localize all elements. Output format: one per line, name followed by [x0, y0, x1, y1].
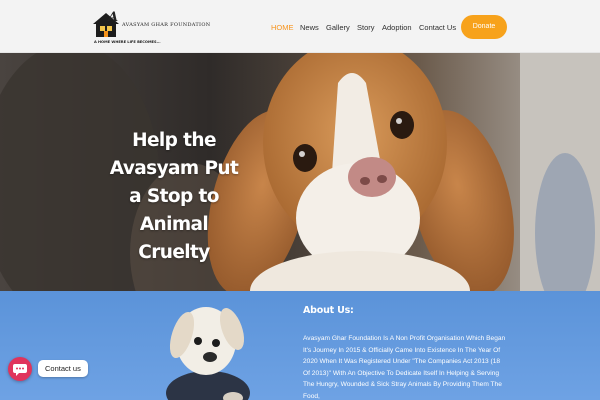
- about-text: Avasyam Ghar Foundation Is A Non Profit …: [303, 335, 506, 400]
- contact-us-label[interactable]: Contact us: [38, 360, 88, 377]
- hero-title: Help the Avasyam Put a Stop to Animal Cr…: [109, 130, 239, 263]
- puppy-photo: [166, 307, 250, 400]
- nav-gallery[interactable]: Gallery: [326, 23, 350, 32]
- nav-news[interactable]: News: [300, 23, 319, 32]
- donate-button[interactable]: Donate: [461, 15, 507, 39]
- hero-puppy-image: [0, 53, 600, 291]
- about-section: About Us: Avasyam Ghar Foundation Is A N…: [0, 291, 600, 400]
- logo-tagline: A HOME WHERE LIFE BECOMES...: [94, 40, 161, 44]
- about-heading: About Us:: [303, 305, 354, 316]
- chat-icon[interactable]: [8, 357, 32, 381]
- logo-name: AVASYAM GHAR FOUNDATION: [122, 22, 211, 28]
- hero-banner: Help the Avasyam Put a Stop to Animal Cr…: [0, 53, 600, 291]
- site-header: A AVASYAM GHAR FOUNDATION A HOME WHERE L…: [0, 0, 600, 53]
- nav-contact-us[interactable]: Contact Us: [419, 23, 456, 32]
- logo-letter: A: [108, 10, 119, 25]
- site-logo[interactable]: A AVASYAM GHAR FOUNDATION A HOME WHERE L…: [92, 10, 210, 46]
- nav-story[interactable]: Story: [357, 23, 375, 32]
- nav-home[interactable]: HOME: [271, 23, 294, 32]
- nav-adoption[interactable]: Adoption: [382, 23, 412, 32]
